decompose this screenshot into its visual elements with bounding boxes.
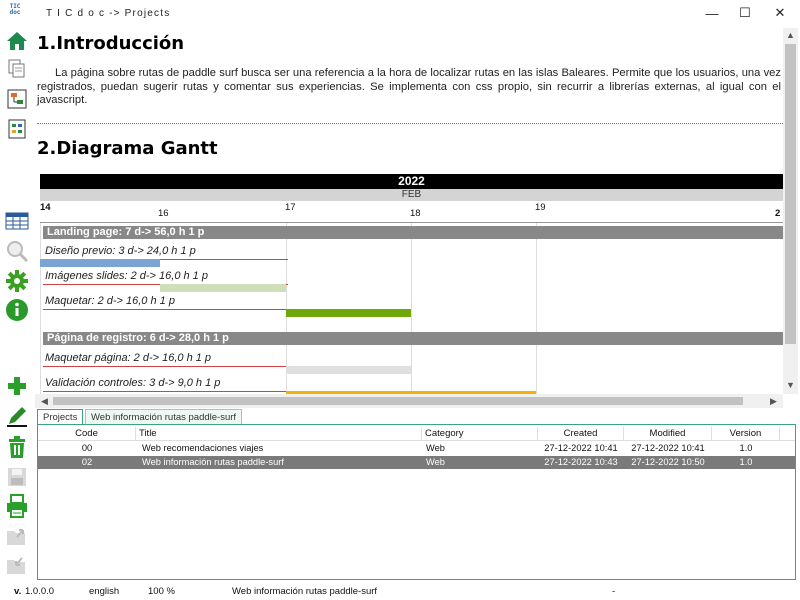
zoom-indicator: 100 % [148, 586, 175, 597]
gantt-day-label: 14 [40, 202, 51, 213]
cell-category: Web [426, 443, 445, 453]
add-icon[interactable] [3, 373, 31, 399]
tab-bar: Projects Web información rutas paddle-su… [37, 408, 797, 425]
cell-created: 27-12-2022 10:43 [544, 457, 618, 467]
gantt-day-label: 2 [775, 208, 781, 219]
save-icon[interactable] [3, 464, 31, 490]
cell-modified: 27-12-2022 10:50 [631, 457, 705, 467]
horizontal-scrollbar[interactable]: ◀ ▶ [35, 394, 783, 408]
gantt-day-label: 19 [535, 202, 546, 213]
gantt-task-label: Validación controles: 3 d-> 9,0 h 1 p [45, 377, 221, 389]
column-header-title[interactable]: Title [136, 427, 422, 441]
gantt-chart: 2022 FEB 14 16 17 18 19 2 Landing page: 7 d->… [40, 174, 783, 394]
table-row[interactable]: 00 Web recomendaciones viajes Web 27-12-202… [38, 442, 795, 455]
column-header-code[interactable]: Code [38, 427, 136, 441]
horizontal-scroll-thumb[interactable] [53, 397, 743, 405]
gantt-task-bar[interactable] [286, 309, 411, 317]
diagram-icon[interactable] [3, 86, 31, 112]
cell-modified: 27-12-2022 10:41 [631, 443, 705, 453]
column-header-category[interactable]: Category [422, 427, 538, 441]
trash-icon[interactable] [3, 434, 31, 460]
gantt-task-bar[interactable] [286, 366, 411, 374]
gantt-group-bar: Landing page: 7 d-> 56,0 h 1 p [43, 226, 783, 239]
column-header-modified[interactable]: Modified [624, 427, 712, 441]
version-value: 1.0.0.0 [25, 586, 55, 597]
gantt-year: 2022 [40, 174, 783, 189]
gantt-day-label: 17 [285, 202, 296, 213]
table-header: Code Title Category Created Modified Ver… [38, 427, 795, 441]
current-project: Web información rutas paddle-surf [232, 586, 378, 597]
gantt-day-label: 16 [158, 208, 169, 219]
version-label: v. [14, 586, 22, 597]
status-extra: - [612, 586, 616, 597]
tab-web-informacion[interactable]: Web información rutas paddle-surf [85, 409, 243, 425]
cell-code: 02 [81, 457, 93, 467]
vertical-scroll-thumb[interactable] [785, 44, 796, 344]
table-icon[interactable] [3, 208, 31, 234]
heading-introduccion: 1.Introducción [37, 33, 185, 54]
section-divider [37, 123, 783, 124]
export-icon[interactable] [3, 523, 31, 549]
vertical-scrollbar[interactable]: ▲ ▼ [783, 28, 798, 394]
app-window: TIC doc T I C d o c -> Projects — ☐ ✕ 1.… [0, 0, 800, 600]
gantt-task-underline [43, 309, 288, 310]
window-title: T I C d o c -> Projects [46, 8, 171, 19]
language-indicator: english [89, 586, 120, 597]
title-bar: TIC doc T I C d o c -> Projects — ☐ ✕ [0, 0, 800, 28]
column-header-created[interactable]: Created [538, 427, 624, 441]
scroll-right-icon[interactable]: ▶ [766, 396, 781, 407]
cell-version: 1.0 [739, 443, 753, 453]
cell-code: 00 [81, 443, 93, 453]
scroll-down-icon[interactable]: ▼ [783, 380, 798, 390]
gantt-task-underline [43, 391, 288, 392]
app-logo-icon: TIC doc [9, 3, 21, 16]
scroll-up-icon[interactable]: ▲ [783, 30, 798, 40]
close-button[interactable]: ✕ [762, 0, 798, 26]
scroll-left-icon[interactable]: ◀ [37, 396, 52, 407]
documents-icon[interactable] [3, 56, 31, 82]
print-icon[interactable] [3, 493, 31, 519]
home-icon[interactable] [3, 28, 31, 54]
edit-icon[interactable] [3, 403, 31, 429]
maximize-button[interactable]: ☐ [727, 0, 763, 26]
intro-paragraph: La página sobre rutas de paddle surf bus… [37, 67, 781, 106]
status-bar: v. 1.0.0.0 english 100 % Web información… [0, 582, 800, 600]
tab-projects[interactable]: Projects [37, 409, 84, 425]
info-icon[interactable] [3, 297, 31, 323]
gantt-gridline [411, 223, 412, 394]
cell-created: 27-12-2022 10:41 [544, 443, 618, 453]
import-icon[interactable] [3, 552, 31, 578]
gantt-group-bar: Página de registro: 6 d-> 28,0 h 1 p [43, 332, 783, 345]
gantt-gridline [40, 223, 41, 394]
minimize-button[interactable]: — [694, 0, 730, 26]
gantt-task-bar[interactable] [40, 259, 160, 267]
cell-title: Web información rutas paddle-surf [142, 457, 284, 467]
gantt-task-label: Maquetar: 2 d-> 16,0 h 1 p [45, 295, 175, 307]
table-row[interactable]: 02 Web información rutas paddle-surf Web 27… [38, 456, 795, 469]
gear-icon[interactable] [3, 268, 31, 294]
gantt-month: FEB [40, 189, 783, 201]
document-viewer[interactable]: 1.Introducción La página sobre rutas de … [35, 28, 783, 394]
cell-title: Web recomendaciones viajes [142, 443, 264, 453]
gantt-day-label: 18 [410, 208, 421, 219]
cell-version: 1.0 [739, 457, 753, 467]
gantt-day-header: 14 16 17 18 19 2 [40, 201, 783, 223]
gantt-gridline [536, 223, 537, 394]
cell-category: Web [426, 457, 445, 467]
magnifier-icon[interactable] [3, 238, 31, 264]
heading-gantt: 2.Diagrama Gantt [37, 138, 218, 159]
gantt-task-underline [43, 366, 288, 367]
gantt-task-bar[interactable] [160, 284, 286, 292]
gantt-task-label: Diseño previo: 3 d-> 24,0 h 1 p [45, 245, 196, 257]
sheet-icon[interactable] [3, 116, 31, 142]
gantt-task-label: Imágenes slides: 2 d-> 16,0 h 1 p [45, 270, 208, 282]
projects-panel: Code Title Category Created Modified Ver… [37, 424, 796, 580]
gantt-task-label: Maquetar página: 2 d-> 16,0 h 1 p [45, 352, 212, 364]
column-header-version[interactable]: Version [712, 427, 780, 441]
